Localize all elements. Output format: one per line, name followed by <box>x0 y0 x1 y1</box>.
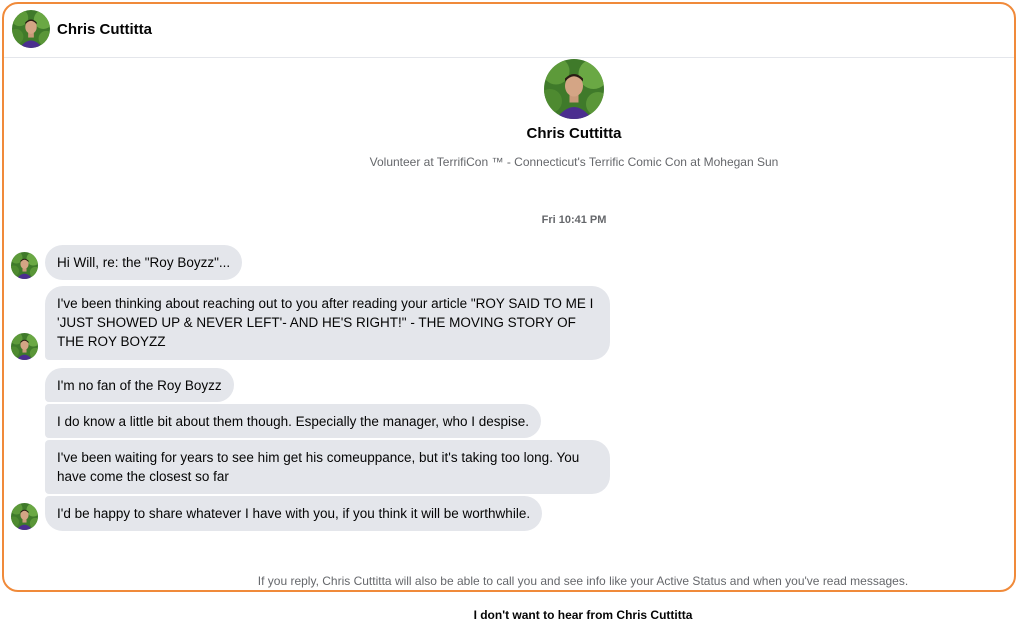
messenger-conversation: Chris Cuttitta Chris Cuttitta Volunteer … <box>0 0 1024 636</box>
header-contact-name[interactable]: Chris Cuttitta <box>57 21 152 38</box>
message-bubble[interactable]: I do know a little bit about them though… <box>45 404 542 438</box>
message-bubble[interactable]: Hi Will, re: the "Roy Boyzz"... <box>45 245 243 280</box>
message-timestamp: Fri 10:41 PM <box>541 214 607 226</box>
profile-subtitle: Volunteer at TerrifiCon ™ - Connecticut'… <box>369 155 779 169</box>
message-bubble[interactable]: I've been waiting for years to see him g… <box>45 440 610 494</box>
profile-avatar[interactable] <box>544 59 604 119</box>
header-avatar[interactable] <box>12 10 50 48</box>
message-bubble[interactable]: I'd be happy to share whatever I have wi… <box>45 496 543 531</box>
message-bubble[interactable]: I'm no fan of the Roy Boyzz <box>45 368 234 402</box>
message-avatar[interactable] <box>11 503 38 530</box>
profile-name: Chris Cuttitta <box>526 125 622 142</box>
block-contact-link[interactable]: I don't want to hear from Chris Cuttitta <box>0 608 1024 622</box>
message-bubble[interactable]: I've been thinking about reaching out to… <box>45 286 610 360</box>
reply-privacy-note: If you reply, Chris Cuttitta will also b… <box>257 574 909 588</box>
message-avatar[interactable] <box>11 252 38 279</box>
message-avatar[interactable] <box>11 333 38 360</box>
conversation-header: Chris Cuttitta <box>4 4 1014 58</box>
